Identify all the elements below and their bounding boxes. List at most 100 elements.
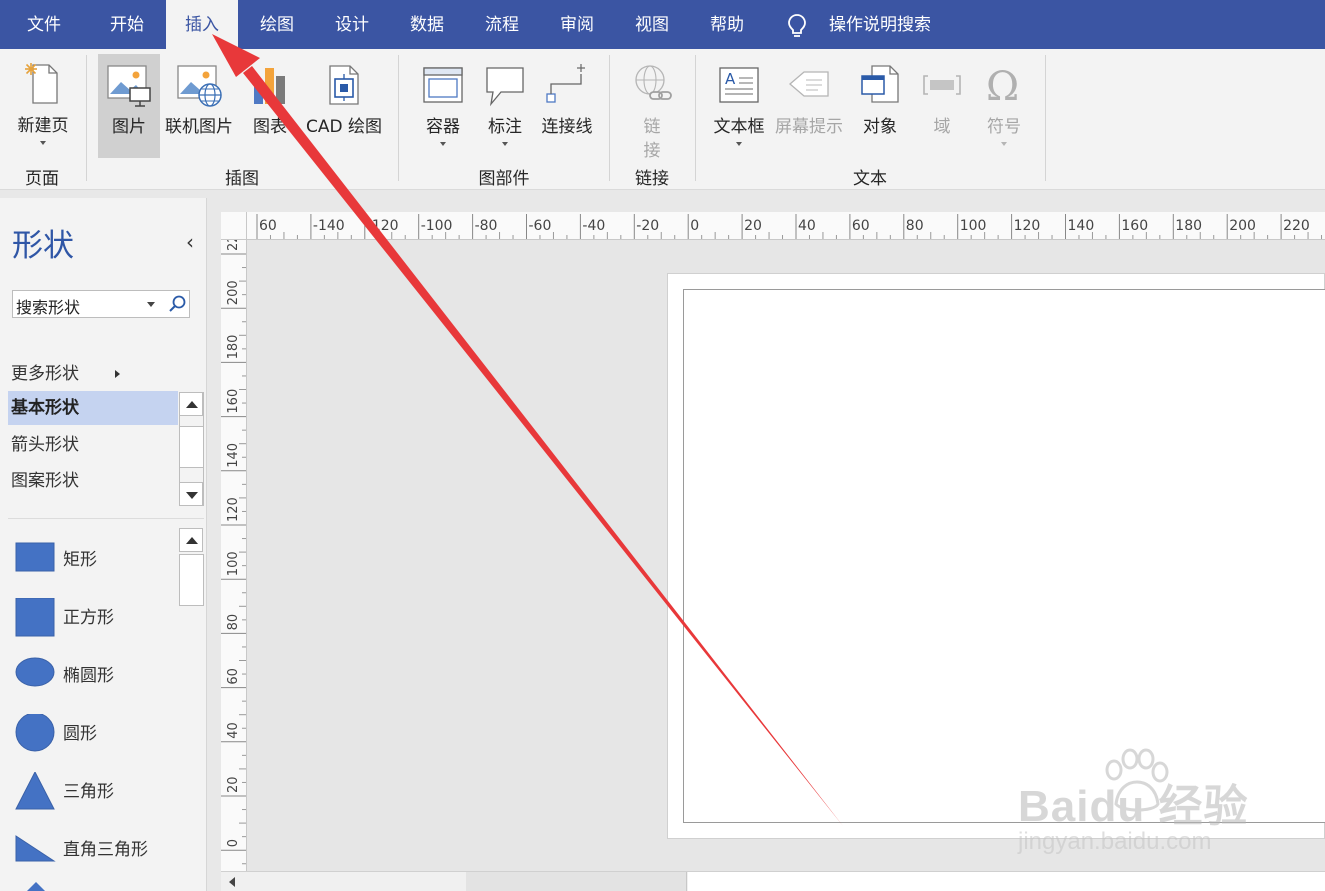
object-label: 对象	[863, 117, 897, 137]
stencil-pattern-shapes[interactable]: 图案形状	[8, 464, 178, 498]
menu-draw[interactable]: 绘图	[242, 0, 312, 49]
new-page-icon	[25, 63, 58, 104]
screentip-icon	[789, 71, 829, 97]
cad-drawing-button[interactable]: CAD 绘图	[300, 54, 388, 158]
shape-label: 圆形	[63, 724, 97, 744]
search-shapes-input[interactable]: 搜索形状	[12, 290, 190, 318]
chevron-down-icon[interactable]	[147, 302, 155, 307]
menu-process[interactable]: 流程	[467, 0, 537, 49]
ruler-label: -20	[636, 218, 659, 234]
shape-square[interactable]: 正方形	[12, 590, 177, 640]
field-label: 域	[933, 117, 951, 137]
vertical-ruler: 220200180160140120100806040200	[221, 240, 247, 871]
shape-label: 正方形	[63, 608, 114, 628]
scrollbar-thumb[interactable]	[179, 554, 204, 606]
shape-right-triangle[interactable]: 直角三角形	[12, 822, 177, 872]
more-shapes-item[interactable]: 更多形状	[8, 357, 178, 391]
ruler-label: 0	[690, 218, 699, 234]
group-separator	[86, 55, 87, 181]
shape-rectangle[interactable]: 矩形	[12, 532, 177, 582]
chart-label: 图表	[253, 117, 287, 137]
group-separator	[398, 55, 399, 181]
partial-shape-icon	[27, 882, 45, 891]
menu-view[interactable]: 视图	[617, 0, 687, 49]
chart-button[interactable]: 图表	[240, 54, 300, 158]
field-button[interactable]: 域	[914, 54, 970, 158]
text-box-button[interactable]: A 文本框	[708, 54, 770, 158]
ruler-label: 100	[960, 218, 987, 234]
screentip-button[interactable]: 屏幕提示	[770, 54, 848, 158]
callout-label: 标注	[488, 117, 522, 137]
stencil-basic-shapes[interactable]: 基本形状	[8, 391, 178, 425]
omega-icon: Ω	[986, 64, 1019, 108]
group-label-diagram-parts: 图部件	[478, 169, 530, 189]
object-icon	[861, 65, 899, 103]
ruler-label: 120	[226, 497, 241, 522]
scroll-down-button[interactable]	[179, 482, 203, 506]
shape-ellipse[interactable]: 椭圆形	[12, 648, 177, 698]
object-button[interactable]: 对象	[852, 54, 908, 158]
ruler-label: 160	[1121, 218, 1148, 234]
search-shapes-placeholder: 搜索形状	[16, 298, 81, 317]
ruler-label: 60	[259, 218, 277, 234]
cad-drawing-icon	[329, 65, 359, 105]
scrollbar-thumb[interactable]	[179, 426, 204, 468]
online-picture-button[interactable]: 联机图片	[162, 54, 236, 158]
group-label-text: 文本	[853, 169, 887, 189]
connector-icon	[546, 64, 585, 103]
picture-button[interactable]: 图片	[98, 54, 160, 158]
menu-home[interactable]: 开始	[92, 0, 162, 49]
group-label-links: 链接	[635, 169, 669, 189]
horizontal-scrollbar[interactable]	[221, 871, 1325, 891]
shape-circle[interactable]: 圆形	[12, 706, 177, 756]
menu-file[interactable]: 文件	[12, 0, 76, 49]
link-button[interactable]: 链 接	[620, 54, 684, 161]
right-triangle-icon	[15, 835, 56, 862]
callout-icon	[486, 67, 524, 107]
menu-design[interactable]: 设计	[317, 0, 387, 49]
symbol-button[interactable]: Ω 符号	[976, 54, 1032, 158]
group-label-page: 页面	[25, 169, 59, 189]
container-button[interactable]: 容器	[412, 54, 474, 158]
online-picture-icon	[177, 65, 222, 107]
lightbulb-icon[interactable]	[786, 13, 808, 39]
shape-label: 直角三角形	[63, 840, 148, 860]
picture-icon	[107, 65, 151, 107]
connector-button[interactable]: 连接线	[536, 54, 598, 158]
arrow-up-icon	[186, 401, 198, 408]
ruler-label: 60	[226, 668, 241, 685]
shape-triangle[interactable]: 三角形	[12, 764, 177, 814]
group-separator	[695, 55, 696, 181]
collapse-pane-icon[interactable]: ‹	[186, 230, 194, 254]
arrow-down-icon	[186, 492, 198, 499]
scroll-left-button[interactable]	[221, 872, 245, 891]
search-icon[interactable]	[167, 294, 187, 314]
scroll-up-button[interactable]	[179, 528, 203, 552]
connector-label: 连接线	[541, 117, 593, 137]
tell-me-search[interactable]: 操作说明搜索	[818, 0, 942, 49]
ruler-label: -100	[421, 218, 453, 234]
stencil-arrow-shapes[interactable]: 箭头形状	[8, 428, 178, 462]
symbol-label: 符号	[987, 117, 1021, 137]
ruler-label: -140	[313, 218, 345, 234]
menu-review[interactable]: 审阅	[542, 0, 612, 49]
square-icon	[15, 598, 55, 637]
arrow-left-icon	[229, 877, 235, 887]
group-separator	[1045, 55, 1046, 181]
page-tabs-area[interactable]	[466, 872, 687, 891]
ruler-label: -60	[529, 218, 552, 234]
menu-data[interactable]: 数据	[392, 0, 462, 49]
scroll-up-button[interactable]	[179, 392, 203, 416]
new-page-button[interactable]: 新建页	[8, 53, 78, 153]
callout-button[interactable]: 标注	[476, 54, 534, 158]
ruler-label: 140	[226, 443, 241, 468]
page-margin-border	[683, 289, 1325, 823]
ruler-label: 40	[798, 218, 816, 234]
ruler-label: -80	[475, 218, 498, 234]
menu-insert[interactable]: 插入	[166, 0, 238, 49]
shape-label: 三角形	[63, 782, 114, 802]
menu-help[interactable]: 帮助	[692, 0, 762, 49]
rectangle-icon	[15, 542, 55, 572]
ruler-label: -40	[582, 218, 605, 234]
scrollbar-track[interactable]	[688, 872, 1325, 891]
